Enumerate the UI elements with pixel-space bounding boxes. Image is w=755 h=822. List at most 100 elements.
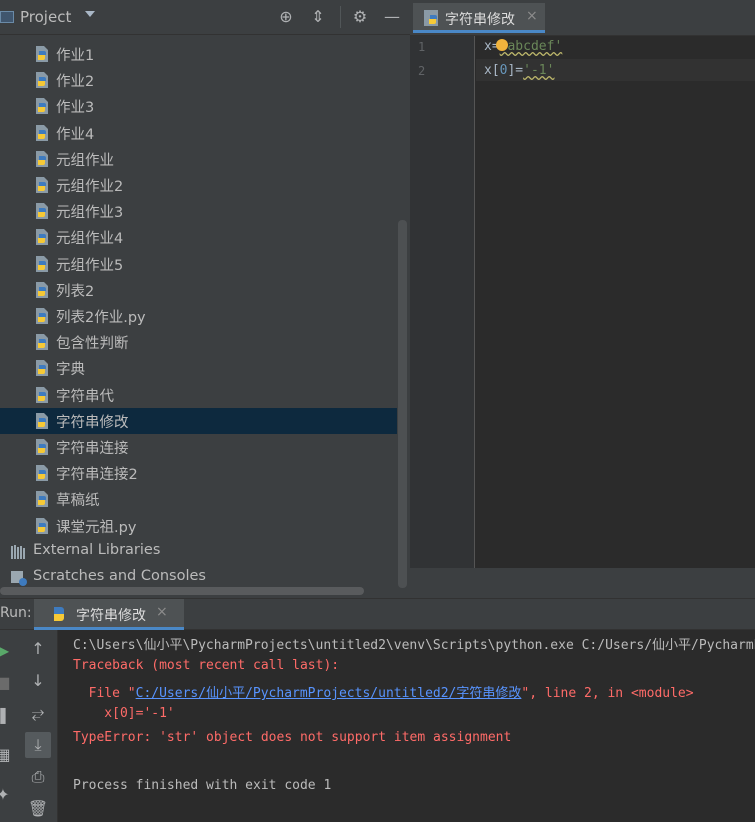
code-editor[interactable] xyxy=(476,36,755,568)
python-file-icon xyxy=(36,491,48,508)
pause-icon[interactable]: ❚ xyxy=(0,702,16,728)
python-file-icon xyxy=(424,10,438,26)
python-file-icon xyxy=(36,360,48,377)
tree-item-label: 字符串连接2 xyxy=(56,467,138,484)
python-icon xyxy=(54,607,64,621)
tree-item[interactable]: 元组作业2 xyxy=(0,172,397,198)
stop-icon[interactable]: ■ xyxy=(0,670,16,696)
layout-icon[interactable]: ▦ xyxy=(0,742,16,768)
python-file-icon xyxy=(36,177,48,193)
tree-item[interactable]: 字典 xyxy=(0,355,397,381)
code-token: ]= xyxy=(507,63,524,78)
run-tab[interactable]: 字符串修改 × xyxy=(34,599,184,630)
run-toolbar-left: ▶ ■ ❚ ▦ ✦ xyxy=(0,630,18,822)
tree-item[interactable]: 元组作业3 xyxy=(0,198,397,224)
run-console[interactable]: C:\Users\仙小平\PycharmProjects\untitled2\v… xyxy=(58,630,755,822)
python-file-icon xyxy=(36,386,48,403)
string-literal: 'abcdef' xyxy=(499,39,563,54)
line-number: 1 xyxy=(418,40,426,54)
collapse-icon[interactable]: ⇕ xyxy=(308,7,328,27)
tree-item-label: 字符串修改 xyxy=(56,414,129,431)
close-icon[interactable]: × xyxy=(526,8,538,24)
locate-icon[interactable]: ⊕ xyxy=(276,7,296,27)
python-file-icon xyxy=(36,150,48,167)
run-header: Run: 字符串修改 × xyxy=(0,598,755,630)
tree-item-label: 元组作业5 xyxy=(56,257,124,274)
project-header: Project ⊕ ⇕ ⚙ — xyxy=(0,0,410,35)
run-toolbar: ↑ ↓ ⥂ ⤓ ⎙ 🗑 xyxy=(18,630,58,822)
tree-item[interactable]: 元组作业5 xyxy=(0,251,397,277)
arrow-up-icon[interactable]: ↑ xyxy=(25,636,51,662)
python-file-icon xyxy=(36,439,48,455)
console-file-link[interactable]: C:/Users/仙小平/PycharmProjects/untitled2/字… xyxy=(136,686,522,701)
python-file-icon xyxy=(36,124,48,141)
toolbar-divider xyxy=(340,6,341,28)
tree-item[interactable]: 草稿纸 xyxy=(0,486,397,512)
console-exit: Process finished with exit code 1 xyxy=(73,778,332,793)
library-icon xyxy=(11,544,25,559)
tree-vertical-scrollbar[interactable] xyxy=(398,220,407,588)
python-file-icon xyxy=(36,98,48,115)
scratches-icon xyxy=(11,571,27,586)
tree-item-label: 元组作业3 xyxy=(56,205,124,222)
close-icon[interactable]: × xyxy=(156,604,168,620)
tree-item[interactable]: 字符串连接2 xyxy=(0,460,397,486)
tree-item-external-libraries[interactable]: External Libraries xyxy=(0,539,397,565)
tree-horizontal-scrollbar[interactable] xyxy=(0,587,364,595)
console-text: File " xyxy=(73,686,136,701)
python-file-icon xyxy=(36,255,48,272)
tree-item-label: 课堂元祖.py xyxy=(56,519,137,536)
tree-item-label: 作业4 xyxy=(56,126,95,143)
console-command-line: C:\Users\仙小平\PycharmProjects\untitled2\v… xyxy=(73,638,755,653)
console-traceback: Traceback (most recent call last): xyxy=(73,658,340,673)
project-tree: 作业1 作业2 作业3 作业4 元组作业 元组作业2 元组作业3 元组作业4 元组作业5 列表2 列… xyxy=(0,36,397,596)
python-file-icon xyxy=(36,308,48,324)
editor-tab-label: 字符串修改 xyxy=(445,12,515,28)
tree-item-label: 草稿纸 xyxy=(56,493,100,510)
python-file-icon xyxy=(36,517,48,534)
editor-tab[interactable]: 字符串修改 × xyxy=(413,3,545,33)
tree-item[interactable]: 列表2作业.py xyxy=(0,303,397,329)
print-icon[interactable]: ⎙ xyxy=(25,764,51,790)
python-file-icon xyxy=(36,72,48,89)
tree-item[interactable]: 课堂元祖.py xyxy=(0,513,397,539)
minimize-icon[interactable]: — xyxy=(382,7,402,27)
code-token: x[ xyxy=(484,63,500,78)
tree-item-label: Scratches and Consoles xyxy=(33,568,206,584)
tree-item[interactable]: 字符串代 xyxy=(0,382,397,408)
tree-item[interactable]: 元组作业4 xyxy=(0,224,397,250)
console-error: TypeError: 'str' object does not support… xyxy=(73,730,512,745)
tree-item[interactable]: 作业3 xyxy=(0,93,397,119)
python-file-icon xyxy=(36,229,48,246)
console-text: ", line 2, in <module> xyxy=(521,686,694,701)
tree-item[interactable]: 作业1 xyxy=(0,41,397,67)
arrow-down-icon[interactable]: ↓ xyxy=(25,668,51,694)
run-label: Run: xyxy=(0,605,32,621)
python-file-icon xyxy=(36,203,48,220)
code-line-2[interactable]: x[0]='-1' xyxy=(484,63,554,78)
tree-item[interactable]: 作业4 xyxy=(0,120,397,146)
tree-item[interactable]: 字符串连接 xyxy=(0,434,397,460)
soft-wrap-icon[interactable]: ⥂ xyxy=(25,700,51,726)
tree-item[interactable]: 包含性判断 xyxy=(0,329,397,355)
gear-icon[interactable]: ⚙ xyxy=(350,7,370,27)
tree-item[interactable]: 列表2 xyxy=(0,277,397,303)
console-code-line: x[0]='-1' xyxy=(73,706,175,721)
rerun-icon[interactable]: ▶ xyxy=(0,638,16,664)
lightbulb-icon[interactable] xyxy=(496,39,508,51)
trash-icon[interactable]: 🗑 xyxy=(25,796,51,822)
tree-item[interactable]: 作业2 xyxy=(0,67,397,93)
python-file-icon xyxy=(36,465,48,482)
chevron-down-icon[interactable] xyxy=(85,11,95,17)
tree-item-label: 包含性判断 xyxy=(56,336,129,353)
project-title[interactable]: Project xyxy=(20,8,71,26)
python-file-icon xyxy=(36,412,48,429)
pin-icon[interactable]: ✦ xyxy=(0,782,16,808)
scroll-to-end-icon[interactable]: ⤓ xyxy=(25,732,51,758)
line-number: 2 xyxy=(418,64,426,78)
tree-item[interactable]: 元组作业 xyxy=(0,146,397,172)
tree-item[interactable]: 字符串修改 xyxy=(0,407,397,434)
editor-footer xyxy=(410,568,755,598)
tree-item-label: 作业1 xyxy=(56,48,95,64)
tree-item-label: 字典 xyxy=(56,362,85,379)
